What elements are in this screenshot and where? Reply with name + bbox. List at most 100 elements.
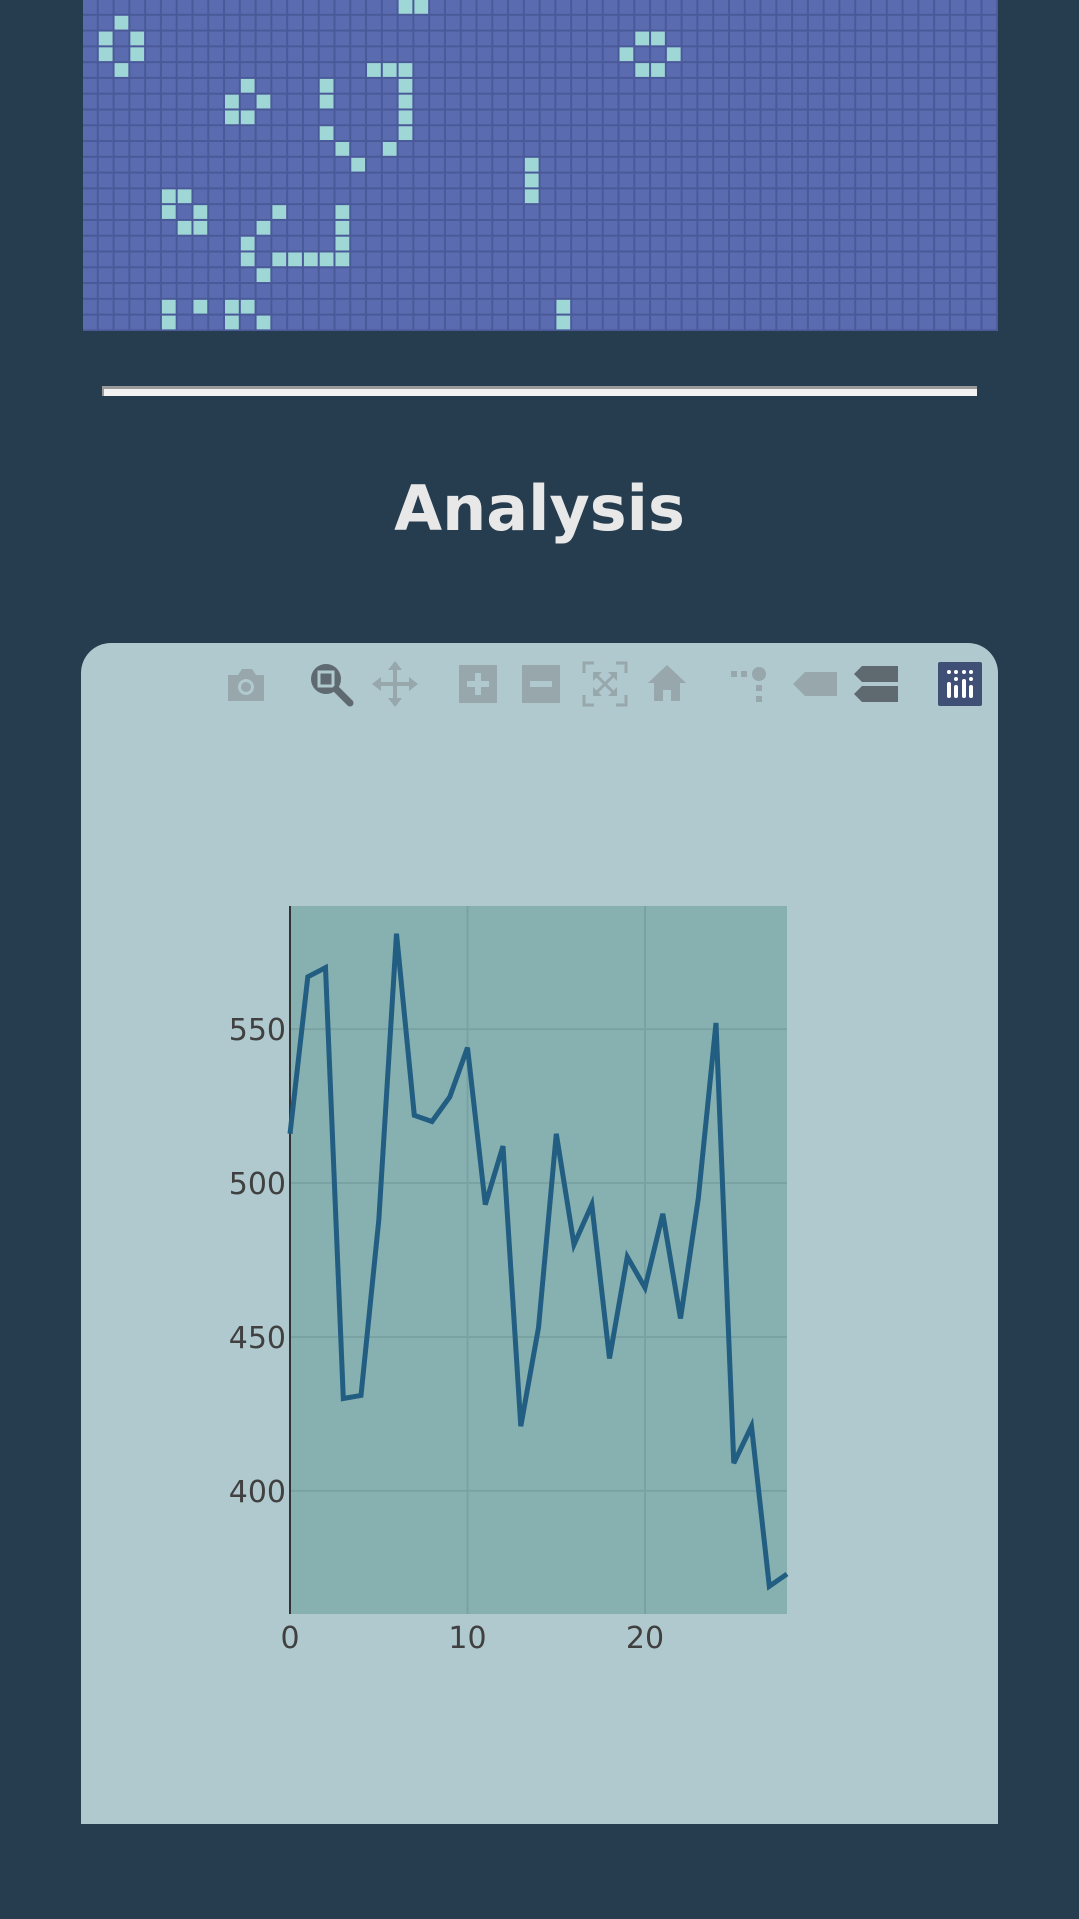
grid-cell[interactable]: [335, 126, 350, 141]
grid-cell[interactable]: [903, 157, 918, 172]
grid-cell[interactable]: [445, 220, 460, 235]
grid-cell[interactable]: [398, 236, 413, 251]
grid-cell[interactable]: [651, 173, 665, 188]
grid-cell[interactable]: [950, 78, 965, 93]
grid-cell[interactable]: [161, 220, 176, 235]
grid-cell[interactable]: [524, 0, 539, 14]
grid-cell[interactable]: [209, 142, 224, 156]
grid-cell[interactable]: [729, 63, 744, 77]
grid-cell[interactable]: [414, 94, 429, 109]
grid-cell[interactable]: [367, 94, 381, 109]
grid-cell[interactable]: [430, 315, 444, 330]
grid-cell[interactable]: [777, 299, 792, 314]
grid-cell-alive[interactable]: [351, 157, 366, 172]
grid-cell-alive[interactable]: [319, 252, 334, 267]
grid-cell[interactable]: [493, 173, 508, 188]
grid-cell[interactable]: [524, 220, 539, 235]
grid-cell[interactable]: [540, 126, 555, 141]
grid-cell[interactable]: [682, 236, 697, 251]
grid-cell[interactable]: [635, 299, 650, 314]
grid-cell[interactable]: [651, 205, 665, 219]
grid-cell[interactable]: [367, 299, 381, 314]
grid-cell[interactable]: [445, 268, 460, 283]
grid-cell[interactable]: [303, 31, 318, 46]
grid-cell[interactable]: [209, 110, 224, 125]
grid-cell[interactable]: [461, 315, 476, 330]
grid-cell[interactable]: [745, 315, 760, 330]
grid-cell[interactable]: [509, 284, 523, 298]
grid-cell[interactable]: [856, 252, 870, 267]
grid-cell[interactable]: [83, 15, 97, 30]
grid-cell[interactable]: [887, 284, 902, 298]
grid-cell[interactable]: [130, 252, 145, 267]
grid-cell[interactable]: [477, 110, 492, 125]
grid-cell[interactable]: [256, 299, 271, 314]
grid-cell[interactable]: [477, 47, 492, 62]
grid-cell[interactable]: [714, 157, 728, 172]
grid-cell[interactable]: [303, 63, 318, 77]
grid-cell[interactable]: [603, 252, 618, 267]
grid-cell[interactable]: [635, 252, 650, 267]
grid-cell[interactable]: [651, 94, 665, 109]
grid-cell[interactable]: [477, 268, 492, 283]
grid-cell[interactable]: [114, 157, 129, 172]
grid-cell[interactable]: [540, 157, 555, 172]
grid-cell[interactable]: [635, 205, 650, 219]
grid-cell[interactable]: [619, 284, 634, 298]
grid-cell[interactable]: [303, 94, 318, 109]
grid-cell[interactable]: [524, 284, 539, 298]
grid-cell[interactable]: [209, 236, 224, 251]
grid-cell[interactable]: [351, 78, 366, 93]
grid-cell[interactable]: [509, 189, 523, 204]
grid-cell[interactable]: [177, 31, 192, 46]
grid-cell[interactable]: [729, 189, 744, 204]
grid-cell[interactable]: [698, 236, 713, 251]
data-point[interactable]: [305, 974, 311, 980]
grid-cell[interactable]: [950, 189, 965, 204]
grid-cell[interactable]: [556, 15, 571, 30]
grid-cell[interactable]: [666, 110, 681, 125]
grid-cell[interactable]: [493, 236, 508, 251]
grid-cell[interactable]: [935, 47, 949, 62]
grid-cell[interactable]: [146, 94, 160, 109]
grid-cell[interactable]: [445, 189, 460, 204]
grid-cell[interactable]: [240, 220, 255, 235]
grid-cell[interactable]: [619, 236, 634, 251]
grid-cell-alive[interactable]: [398, 0, 413, 14]
grid-cell[interactable]: [272, 220, 287, 235]
grid-cell[interactable]: [635, 142, 650, 156]
grid-cell[interactable]: [177, 236, 192, 251]
grid-cell[interactable]: [714, 47, 728, 62]
grid-cell[interactable]: [729, 15, 744, 30]
grid-cell[interactable]: [209, 205, 224, 219]
grid-cell[interactable]: [666, 94, 681, 109]
grid-cell[interactable]: [698, 299, 713, 314]
grid-cell-alive[interactable]: [635, 63, 650, 77]
grid-cell[interactable]: [808, 0, 823, 14]
grid-cell[interactable]: [587, 189, 602, 204]
grid-cell[interactable]: [840, 157, 855, 172]
grid-cell[interactable]: [98, 220, 113, 235]
grid-cell[interactable]: [83, 220, 97, 235]
grid-cell[interactable]: [445, 94, 460, 109]
grid-cell[interactable]: [430, 126, 444, 141]
grid-cell[interactable]: [950, 284, 965, 298]
grid-cell[interactable]: [225, 157, 239, 172]
grid-cell[interactable]: [367, 284, 381, 298]
grid-cell[interactable]: [698, 205, 713, 219]
grid-cell[interactable]: [382, 31, 397, 46]
grid-cell[interactable]: [493, 47, 508, 62]
data-point[interactable]: [500, 1143, 506, 1149]
grid-cell[interactable]: [761, 268, 776, 283]
grid-cell[interactable]: [556, 173, 571, 188]
grid-cell[interactable]: [509, 78, 523, 93]
line-chart[interactable]: 400 450 500 550 0 10 20: [81, 643, 998, 1824]
grid-cell[interactable]: [114, 78, 129, 93]
grid-cell[interactable]: [209, 220, 224, 235]
grid-cell[interactable]: [335, 63, 350, 77]
grid-cell[interactable]: [698, 220, 713, 235]
grid-cell[interactable]: [919, 142, 934, 156]
grid-cell[interactable]: [351, 284, 366, 298]
grid-cell[interactable]: [225, 284, 239, 298]
grid-cell[interactable]: [572, 173, 586, 188]
